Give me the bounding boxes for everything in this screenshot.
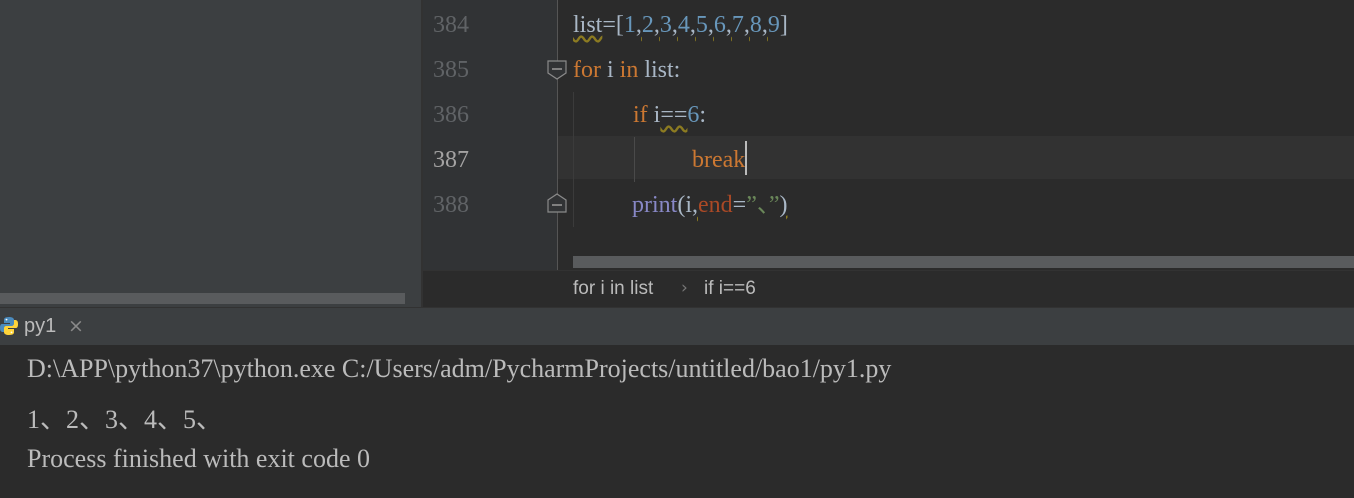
code-token: i <box>600 57 620 83</box>
chevron-right-icon: › <box>681 278 688 298</box>
breadcrumb: for i in list › if i==6 <box>423 270 1354 308</box>
indent-guide <box>573 92 574 227</box>
fold-end-icon[interactable] <box>546 192 568 214</box>
line-number: 386 <box>433 102 469 128</box>
code-keyword: for <box>573 57 601 83</box>
editor-gutter: 384 385 386 387 388 <box>423 0 557 307</box>
code-line-386[interactable]: if i==6: <box>633 93 706 138</box>
code-token: list: <box>638 57 681 83</box>
code-keyword: break <box>692 147 746 173</box>
breadcrumb-item-if[interactable]: if i==6 <box>704 278 756 300</box>
gutter-separator <box>557 0 558 270</box>
line-number: 385 <box>433 57 469 83</box>
indent-guide <box>634 137 635 182</box>
line-number: 384 <box>433 12 469 38</box>
code-token: = <box>732 192 747 218</box>
code-token: =[ <box>602 12 624 38</box>
code-token: (i <box>677 192 692 218</box>
code-identifier: list <box>573 12 603 38</box>
run-console[interactable]: D:\APP\python37\python.exe C:/Users/adm/… <box>0 345 1354 498</box>
close-icon[interactable]: × <box>68 315 84 337</box>
code-token: ) <box>779 192 788 218</box>
fold-collapse-icon[interactable] <box>546 59 568 81</box>
console-exit-line: Process finished with exit code 0 <box>27 444 370 473</box>
code-token: ] <box>779 12 788 38</box>
current-line-highlight <box>558 136 1354 179</box>
code-number: 8 <box>749 12 762 38</box>
code-number: 4 <box>677 12 690 38</box>
breadcrumb-item-for[interactable]: for i in list <box>573 278 653 300</box>
console-output-line: 1、2、3、4、5、 <box>27 405 223 434</box>
code-parameter: end <box>698 192 733 218</box>
code-number: 6 <box>687 102 700 128</box>
code-editor[interactable]: 384 385 386 387 388 list=[1,2,3,4,5,6,7,… <box>423 0 1354 308</box>
text-caret <box>745 141 748 175</box>
code-line-387[interactable]: break <box>692 138 748 183</box>
code-line-384[interactable]: list=[1,2,3,4,5,6,7,8,9] <box>573 3 788 48</box>
code-number: 3 <box>659 12 672 38</box>
code-number: 6 <box>713 12 726 38</box>
line-number-current: 387 <box>433 147 469 173</box>
code-line-385[interactable]: for i in list: <box>573 48 680 93</box>
code-line-388[interactable]: print(i,end=”、”) <box>632 183 788 228</box>
code-number: 2 <box>641 12 654 38</box>
code-keyword: in <box>619 57 639 83</box>
python-icon <box>0 317 18 335</box>
code-number: 9 <box>767 12 780 38</box>
console-command-line: D:\APP\python37\python.exe C:/Users/adm/… <box>27 354 892 383</box>
project-horizontal-scrollbar[interactable] <box>0 293 405 304</box>
code-operator: == <box>660 102 688 128</box>
code-string: ”、” <box>746 192 780 218</box>
code-builtin: print <box>632 192 678 218</box>
line-number: 388 <box>433 192 469 218</box>
code-token: : <box>699 102 707 128</box>
run-toolwindow-header: py1 × <box>0 307 1354 346</box>
code-keyword: if <box>633 102 648 128</box>
editor-horizontal-scrollbar[interactable] <box>573 256 1354 268</box>
code-number: 7 <box>731 12 744 38</box>
code-number: 1 <box>623 12 636 38</box>
code-number: 5 <box>695 12 708 38</box>
run-tab-py1[interactable]: py1 × <box>0 308 98 346</box>
code-token: i <box>647 102 661 128</box>
run-tab-label: py1 <box>24 315 57 337</box>
project-panel <box>0 0 423 307</box>
